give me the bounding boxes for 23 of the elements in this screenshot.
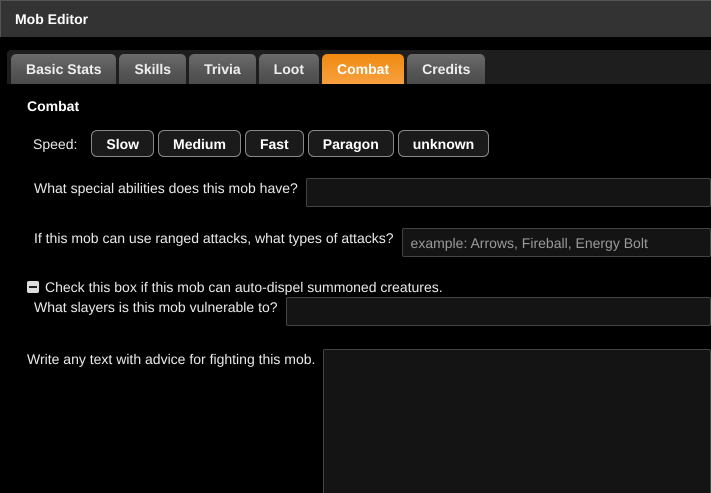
tab[interactable]: Loot — [258, 54, 319, 84]
field-label: What special abilities does this mob have? — [34, 179, 298, 196]
field-label: If this mob can use ranged attacks, what types of attacks? — [34, 229, 394, 246]
speed-option-button[interactable]: Paragon — [308, 130, 394, 157]
tab[interactable]: Skills — [119, 54, 186, 84]
tab[interactable]: Trivia — [189, 54, 256, 84]
checkbox-label: Check this box if this mob can auto-dispel summoned creatures. — [45, 279, 443, 295]
window-title: Mob Editor — [15, 11, 88, 27]
field-label: What slayers is this mob vulnerable to? — [34, 298, 278, 315]
tab[interactable]: Basic Stats — [11, 54, 116, 84]
input-field[interactable]: example: Arrows, Fireball, Energy Bolt — [402, 228, 711, 257]
speed-option-button[interactable]: Medium — [158, 130, 241, 157]
speed-option-button[interactable]: Fast — [244, 130, 304, 157]
speed-option-button[interactable]: unknown — [398, 130, 490, 157]
speed-label: Speed: — [33, 136, 78, 152]
tab[interactable]: Credits — [407, 54, 486, 84]
field-label: Write any text with advice for fighting this mob. — [27, 350, 316, 367]
checkbox[interactable] — [27, 281, 39, 293]
speed-option-button[interactable]: Slow — [91, 130, 154, 157]
text-area[interactable] — [323, 349, 711, 493]
input-field[interactable] — [286, 297, 711, 326]
input-field[interactable] — [306, 178, 711, 207]
section-title: Combat — [27, 98, 80, 114]
